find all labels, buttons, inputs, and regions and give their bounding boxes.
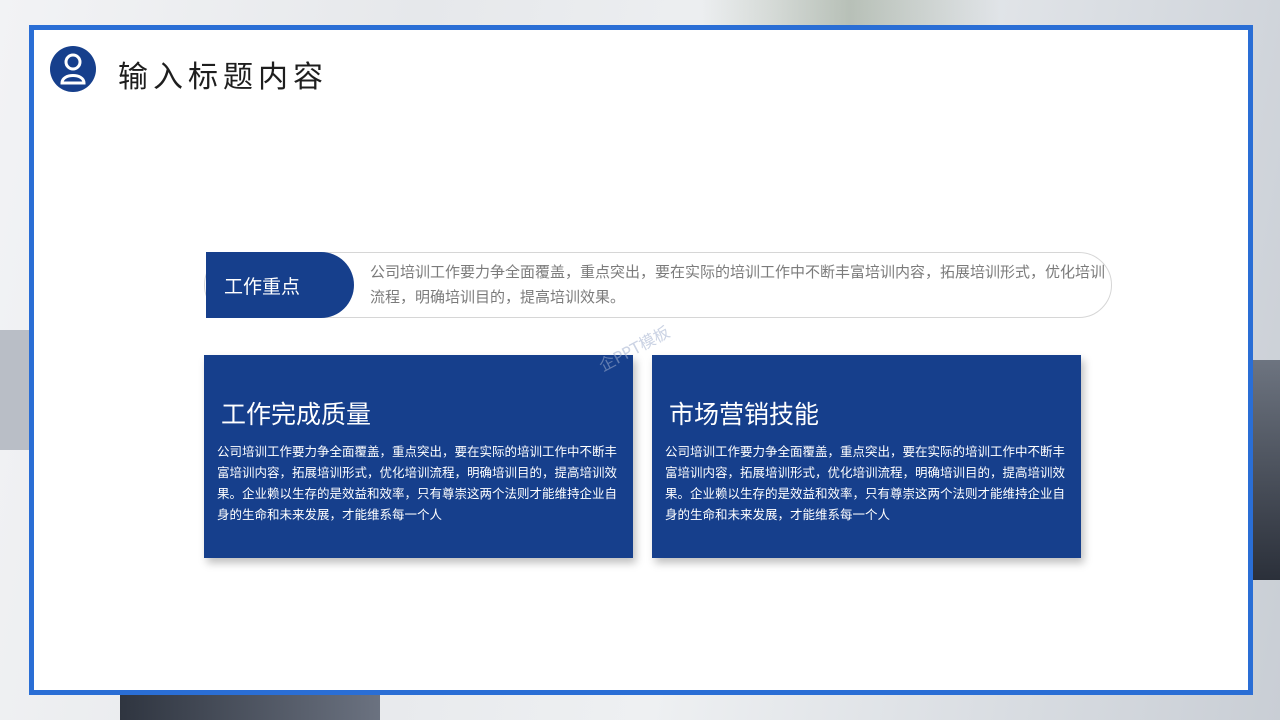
card-body: 公司培训工作要力争全面覆盖，重点突出，要在实际的培训工作中不断丰富培训内容，拓展… [665, 444, 1066, 522]
person-icon [60, 53, 86, 85]
card-title: 工作完成质量 [221, 400, 372, 429]
background-shape [1250, 360, 1280, 580]
card-body: 公司培训工作要力争全面覆盖，重点突出，要在实际的培训工作中不断丰富培训内容，拓展… [217, 444, 618, 522]
card-marketing: 市场营销技能 公司培训工作要力争全面覆盖，重点突出，要在实际的培训工作中不断丰富… [652, 355, 1081, 558]
card-title: 市场营销技能 [669, 400, 820, 429]
focus-tag: 工作重点 [206, 252, 354, 318]
slide-frame: 输入标题内容 工作重点 公司培训工作要力争全面覆盖，重点突出，要在实际的培训工作… [29, 25, 1253, 695]
page-title: 输入标题内容 [118, 60, 328, 95]
background-plant [700, 0, 1000, 26]
title-badge [50, 46, 96, 92]
card-quality: 工作完成质量 公司培训工作要力争全面覆盖，重点突出，要在实际的培训工作中不断丰富… [204, 355, 633, 558]
focus-text: 公司培训工作要力争全面覆盖，重点突出，要在实际的培训工作中不断丰富培训内容，拓展… [370, 263, 1106, 306]
focus-tag-label: 工作重点 [224, 275, 301, 298]
